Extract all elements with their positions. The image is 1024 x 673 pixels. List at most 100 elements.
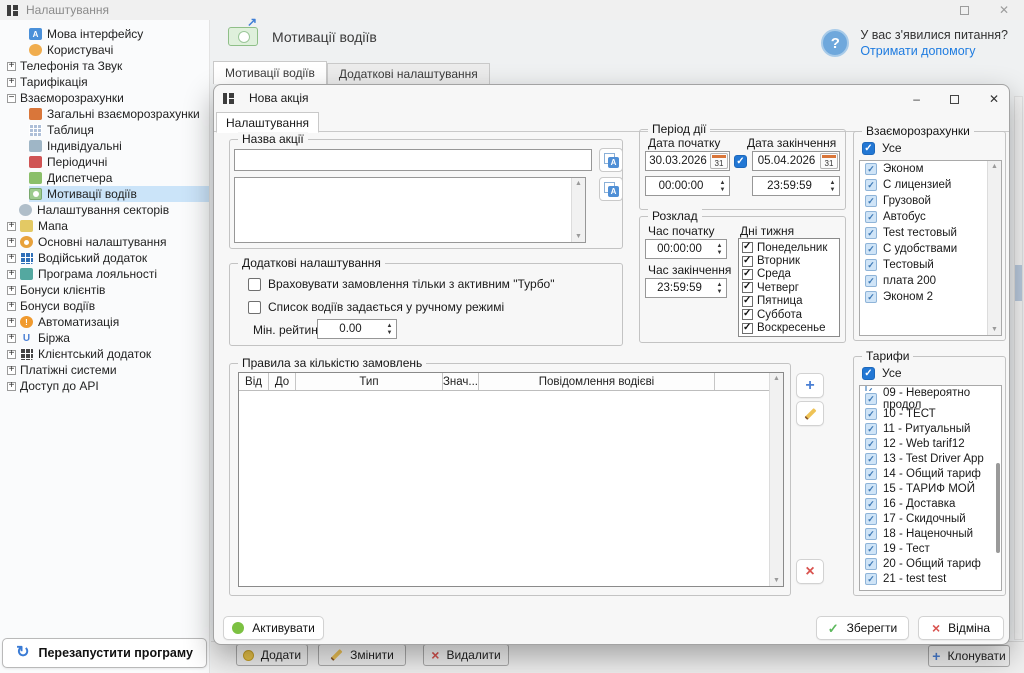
tariffs-list[interactable]: 09 - Невероятно продол 10 - ТЕСТ 11 - Ри…	[859, 385, 1002, 591]
column-header[interactable]: Від	[239, 373, 269, 390]
tariff-item[interactable]: 16 - Доставка	[860, 496, 1001, 511]
expand-icon[interactable]	[7, 238, 16, 247]
scroll-up-icon[interactable]: ▲	[770, 375, 783, 382]
sidebar-item-general-settlements[interactable]: Загальні взаєморозрахунки	[0, 106, 209, 122]
item-checkbox[interactable]	[865, 259, 877, 271]
dialog-close-button[interactable]: ✕	[989, 92, 999, 106]
promotion-description-textarea[interactable]: ▲▼	[234, 177, 586, 243]
min-rating-stepper[interactable]: 0.00 ▲▼	[317, 319, 397, 339]
settlement-item[interactable]: Автобус	[860, 209, 1001, 225]
turbo-checkbox[interactable]	[248, 278, 261, 291]
tariff-item[interactable]: 09 - Невероятно продол	[860, 391, 1001, 406]
sidebar-item-language[interactable]: AМова інтерфейсу	[0, 26, 209, 42]
tariff-item[interactable]: 11 - Ритуальный	[860, 421, 1001, 436]
weekday-item[interactable]: Воскресенье	[742, 321, 839, 334]
scroll-up-icon[interactable]: ▲	[988, 163, 1001, 170]
sidebar-item-driver-motivation[interactable]: Мотивації водіїв	[0, 186, 209, 202]
item-checkbox[interactable]	[865, 468, 877, 480]
expand-icon[interactable]	[7, 254, 16, 263]
schedule-end-stepper[interactable]: 23:59:59 ▲▼	[645, 278, 727, 298]
sidebar-item-settlements[interactable]: Взаєморозрахунки	[0, 90, 209, 106]
column-header[interactable]: Знач...	[443, 373, 479, 390]
item-checkbox[interactable]	[865, 558, 877, 570]
weekday-item[interactable]: Понедельник	[742, 241, 839, 254]
sidebar-item-client-app[interactable]: Клієнтський додаток	[0, 346, 209, 362]
settlement-item[interactable]: Грузовой	[860, 193, 1001, 209]
translate-name-button[interactable]	[599, 148, 623, 172]
tariff-item[interactable]: 14 - Общий тариф	[860, 466, 1001, 481]
tariff-item[interactable]: 20 - Общий тариф	[860, 556, 1001, 571]
end-date-enabled-checkbox[interactable]	[734, 155, 747, 168]
column-header[interactable]: До	[269, 373, 296, 390]
weekday-checkbox[interactable]	[742, 269, 753, 280]
item-checkbox[interactable]	[865, 163, 877, 175]
sidebar-item-dispatcher[interactable]: Диспетчера	[0, 170, 209, 186]
scroll-up-icon[interactable]: ▲	[572, 180, 585, 187]
sidebar-item-periodic[interactable]: Періодичні	[0, 154, 209, 170]
tariffs-scrollbar-thumb[interactable]	[996, 463, 1000, 553]
tariffs-select-all[interactable]: Усе	[862, 366, 902, 380]
rules-table-scrollbar[interactable]: ▲▼	[769, 373, 783, 586]
sidebar-item-tariffing[interactable]: Тарифікація	[0, 74, 209, 90]
sidebar-item-individual[interactable]: Індивідуальні	[0, 138, 209, 154]
expand-icon[interactable]	[7, 286, 16, 295]
close-button[interactable]: ✕	[984, 0, 1024, 20]
item-checkbox[interactable]	[865, 393, 877, 405]
translate-description-button[interactable]	[599, 177, 623, 201]
delete-rule-button[interactable]: ×	[796, 559, 824, 584]
maximize-button[interactable]	[944, 0, 984, 20]
scroll-down-icon[interactable]: ▼	[988, 326, 1001, 333]
end-date-field[interactable]: 05.04.2026 31	[752, 151, 840, 171]
weekday-checkbox[interactable]	[742, 256, 753, 267]
manual-list-checkbox[interactable]	[248, 301, 261, 314]
get-help-link[interactable]: Отримати допомогу	[860, 44, 1008, 58]
item-checkbox[interactable]	[865, 513, 877, 525]
item-checkbox[interactable]	[865, 179, 877, 191]
item-checkbox[interactable]	[865, 423, 877, 435]
item-checkbox[interactable]	[865, 227, 877, 239]
dialog-maximize-button[interactable]	[950, 95, 959, 104]
weekday-checkbox[interactable]	[742, 309, 753, 320]
sidebar-item-map[interactable]: Мапа	[0, 218, 209, 234]
sidebar-item-driver-bonuses[interactable]: Бонуси водіїв	[0, 298, 209, 314]
stepper-arrows[interactable]: ▲▼	[826, 177, 839, 195]
expand-icon[interactable]	[7, 78, 16, 87]
tariff-item[interactable]: 12 - Web tarif12	[860, 436, 1001, 451]
expand-icon[interactable]	[7, 382, 16, 391]
settlements-scrollbar[interactable]: ▲▼	[987, 161, 1001, 335]
settlements-select-all[interactable]: Усе	[862, 141, 902, 155]
rules-table[interactable]: Від До Тип Знач... Повідомлення водієві …	[238, 372, 784, 587]
sidebar-item-automation[interactable]: !Автоматизація	[0, 314, 209, 330]
tab-extra-settings[interactable]: Додаткові налаштування	[327, 63, 490, 84]
edit-button[interactable]: Змінити	[318, 644, 406, 666]
sidebar-item-sector-settings[interactable]: Налаштування секторів	[0, 202, 209, 218]
weekday-item[interactable]: Среда	[742, 268, 839, 281]
end-time-stepper[interactable]: 23:59:59 ▲▼	[752, 176, 840, 196]
stepper-arrows[interactable]: ▲▼	[713, 279, 726, 297]
sidebar-item-driver-app[interactable]: Водійський додаток	[0, 250, 209, 266]
expand-icon[interactable]	[7, 270, 16, 279]
expand-icon[interactable]	[7, 366, 16, 375]
stepper-arrows[interactable]: ▲▼	[716, 177, 729, 195]
settlements-list[interactable]: Эконом С лицензией Грузовой Автобус Test…	[859, 160, 1002, 336]
dialog-minimize-button[interactable]: –	[913, 92, 920, 106]
calendar-icon[interactable]: 31	[710, 153, 728, 169]
item-checkbox[interactable]	[865, 291, 877, 303]
expand-icon[interactable]	[7, 350, 16, 359]
sidebar-item-users[interactable]: Користувачі	[0, 42, 209, 58]
item-checkbox[interactable]	[865, 498, 877, 510]
tariff-item[interactable]: 19 - Тест	[860, 541, 1001, 556]
column-header[interactable]: Тип	[296, 373, 443, 390]
activate-button[interactable]: Активувати	[223, 616, 324, 640]
turbo-checkbox-row[interactable]: Враховувати замовлення тільки з активним…	[248, 277, 555, 291]
sidebar-item-loyalty[interactable]: Програма лояльності	[0, 266, 209, 282]
item-checkbox[interactable]	[865, 543, 877, 555]
start-date-field[interactable]: 30.03.2026 31	[645, 151, 730, 171]
sidebar-item-client-bonuses[interactable]: Бонуси клієнтів	[0, 282, 209, 298]
weekday-checkbox[interactable]	[742, 296, 753, 307]
clone-button[interactable]: +Клонувати	[928, 645, 1010, 667]
expand-icon[interactable]	[7, 222, 16, 231]
settlement-item[interactable]: Эконом 2	[860, 289, 1001, 305]
item-checkbox[interactable]	[865, 408, 877, 420]
item-checkbox[interactable]	[865, 243, 877, 255]
